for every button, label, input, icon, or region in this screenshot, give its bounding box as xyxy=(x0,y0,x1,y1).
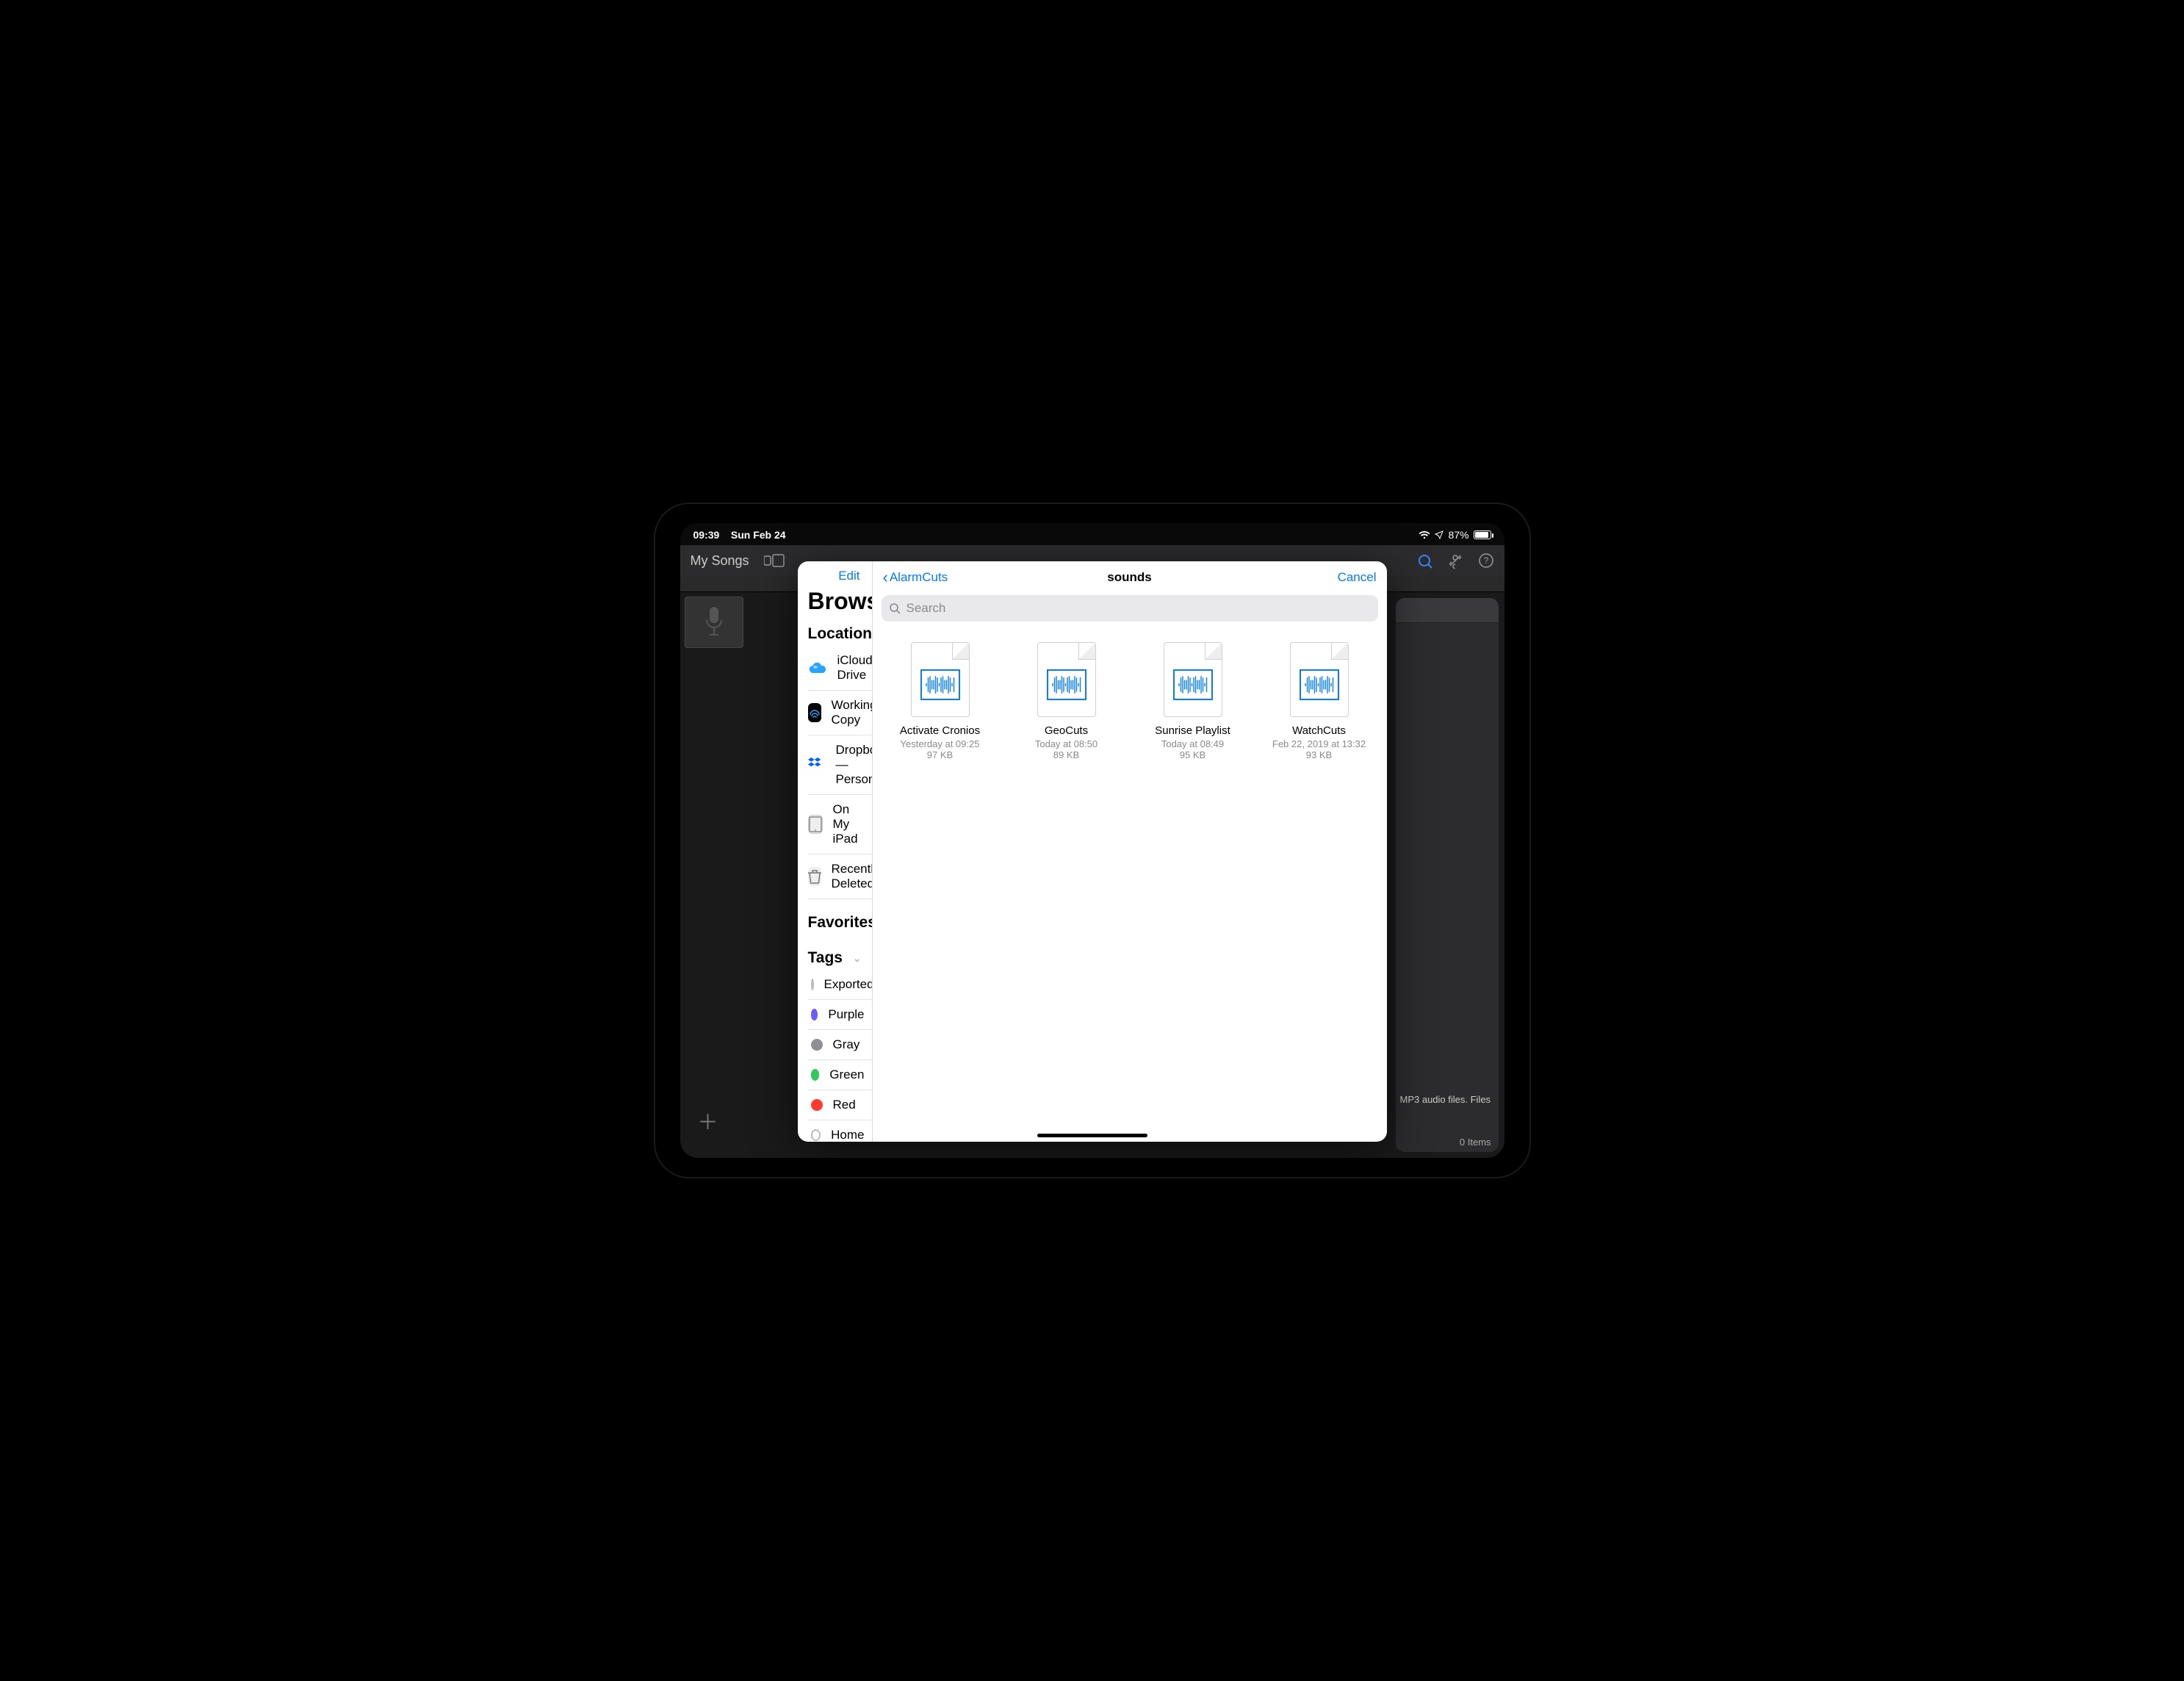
status-date: Sun Feb 24 xyxy=(731,529,786,541)
audio-file-icon xyxy=(1290,642,1349,717)
favorites-header[interactable]: Favorites ⌄ xyxy=(798,911,872,935)
location-icon xyxy=(1435,530,1444,539)
tag-green[interactable]: Green xyxy=(808,1060,872,1090)
tag-red[interactable]: Red xyxy=(808,1090,872,1120)
file-size: 97 KB xyxy=(893,749,987,760)
files-modal: Edit Browse Locations ⌄ iCloud Drive xyxy=(798,561,1387,1142)
file-item[interactable]: WatchCutsFeb 22, 2019 at 13:3293 KB xyxy=(1272,642,1366,760)
location-recently-deleted[interactable]: Recently Deleted xyxy=(808,854,872,899)
file-date: Yesterday at 09:25 xyxy=(893,738,987,749)
location-label: iCloud Drive xyxy=(837,653,873,683)
loop-icon[interactable] xyxy=(1416,552,1432,569)
wifi-icon xyxy=(1419,530,1430,539)
tag-label: Purple xyxy=(828,1007,864,1022)
cancel-button[interactable]: Cancel xyxy=(1338,570,1377,585)
location-icloud-drive[interactable]: iCloud Drive xyxy=(808,646,872,691)
right-panel-count: 0 Items xyxy=(1460,1137,1491,1148)
file-size: 95 KB xyxy=(1146,749,1240,760)
content-pane: ‹ AlarmCuts sounds Cancel Search xyxy=(873,561,1387,1142)
battery-icon xyxy=(1474,530,1491,539)
search-icon xyxy=(889,602,901,614)
tag-label: Exported xyxy=(824,977,873,992)
right-panel-note: MP3 audio files. Files xyxy=(1400,1094,1494,1105)
file-date: Today at 08:49 xyxy=(1146,738,1240,749)
location-label: Dropbox — Personal xyxy=(836,743,873,787)
locations-header[interactable]: Locations ⌄ xyxy=(798,622,872,646)
home-indicator[interactable] xyxy=(1037,1134,1147,1137)
file-item[interactable]: Activate CroniosYesterday at 09:2597 KB xyxy=(893,642,987,760)
tag-label: Home xyxy=(831,1128,864,1142)
chevron-down-icon: ⌄ xyxy=(853,952,862,965)
back-label: AlarmCuts xyxy=(890,570,948,585)
background-app-title[interactable]: My Songs xyxy=(691,553,749,569)
location-label: Recently Deleted xyxy=(832,862,873,891)
file-name: GeoCuts xyxy=(1020,724,1114,738)
tag-label: Green xyxy=(829,1068,864,1082)
back-button[interactable]: ‹ AlarmCuts xyxy=(883,568,948,587)
ipad-icon xyxy=(808,815,823,834)
tag-label: Gray xyxy=(833,1037,860,1052)
tag-dot-icon xyxy=(811,1099,823,1111)
track-thumbnail[interactable] xyxy=(685,597,743,648)
folder-title: sounds xyxy=(1107,570,1151,585)
location-on-my-ipad[interactable]: On My iPad xyxy=(808,795,872,854)
fingerprint-icon xyxy=(808,703,821,722)
browse-sidebar: Edit Browse Locations ⌄ iCloud Drive xyxy=(798,561,873,1142)
file-date: Feb 22, 2019 at 13:32 xyxy=(1272,738,1366,749)
audio-file-icon xyxy=(1037,642,1096,717)
location-label: On My iPad xyxy=(833,802,865,846)
microphone-icon xyxy=(701,605,727,639)
tag-dot-icon xyxy=(811,979,814,990)
location-working-copy[interactable]: Working Copy xyxy=(808,691,872,735)
locations-label: Locations xyxy=(808,625,873,643)
file-item[interactable]: GeoCutsToday at 08:5089 KB xyxy=(1020,642,1114,760)
file-size: 89 KB xyxy=(1020,749,1114,760)
location-dropbox[interactable]: Dropbox — Personal xyxy=(808,735,872,795)
tag-dot-icon xyxy=(811,1069,820,1081)
tag-dot-icon xyxy=(811,1129,821,1141)
file-name: WatchCuts xyxy=(1272,724,1366,738)
tag-dot-icon xyxy=(811,1039,823,1051)
audio-file-icon xyxy=(911,642,970,717)
file-date: Today at 08:50 xyxy=(1020,738,1114,749)
browse-title: Browse xyxy=(798,586,872,622)
tag-exported[interactable]: Exported xyxy=(808,970,872,1000)
favorites-label: Favorites xyxy=(808,914,873,932)
location-label: Working Copy xyxy=(832,698,873,727)
status-time: 09:39 xyxy=(693,529,720,541)
file-size: 93 KB xyxy=(1272,749,1366,760)
search-placeholder: Search xyxy=(907,601,946,616)
add-track-button[interactable]: ＋ xyxy=(698,1106,718,1136)
svg-text:?: ? xyxy=(1483,555,1488,566)
tag-home[interactable]: Home xyxy=(808,1120,872,1142)
chevron-left-icon: ‹ xyxy=(883,568,888,587)
settings-icon[interactable] xyxy=(1447,552,1463,569)
file-item[interactable]: Sunrise PlaylistToday at 08:4995 KB xyxy=(1146,642,1240,760)
tag-label: Red xyxy=(833,1098,856,1112)
file-name: Sunrise Playlist xyxy=(1146,724,1240,738)
tags-header[interactable]: Tags ⌄ xyxy=(798,946,872,970)
right-panel: MP3 audio files. Files 0 Items xyxy=(1396,598,1499,1152)
view-toggle-icon[interactable] xyxy=(764,554,785,567)
tag-gray[interactable]: Gray xyxy=(808,1030,872,1060)
trash-icon xyxy=(808,867,821,886)
file-name: Activate Cronios xyxy=(893,724,987,738)
tag-purple[interactable]: Purple xyxy=(808,1000,872,1030)
help-icon[interactable]: ? xyxy=(1478,552,1494,569)
icloud-icon xyxy=(808,658,827,677)
status-bar: 09:39 Sun Feb 24 87% xyxy=(680,526,1504,544)
dropbox-icon xyxy=(808,755,826,774)
tag-dot-icon xyxy=(811,1009,818,1021)
battery-percent: 87% xyxy=(1448,529,1468,541)
edit-button[interactable]: Edit xyxy=(838,569,859,583)
audio-file-icon xyxy=(1164,642,1222,717)
tags-label: Tags xyxy=(808,949,843,967)
search-input[interactable]: Search xyxy=(882,595,1378,622)
